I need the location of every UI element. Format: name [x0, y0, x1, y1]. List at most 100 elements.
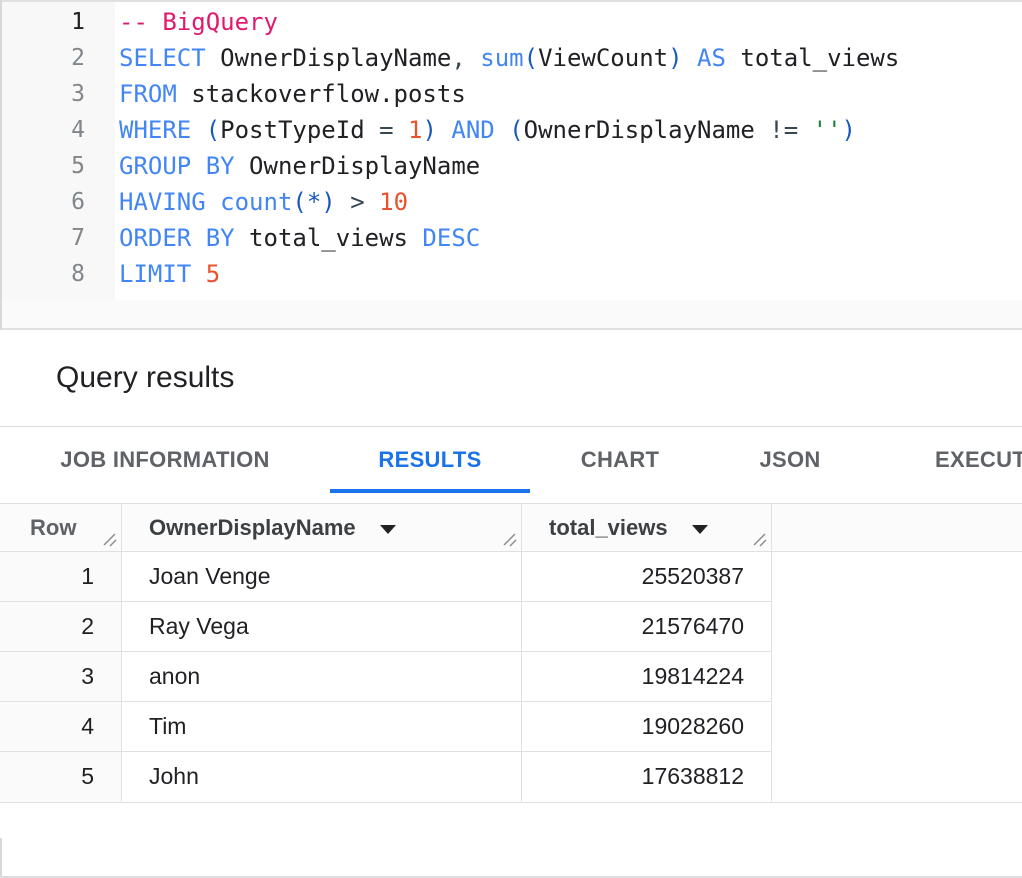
- code-token-fn: sum: [480, 44, 523, 72]
- code-token-id: total_views: [726, 44, 899, 72]
- cell-total-views: 17638812: [522, 752, 772, 802]
- column-dropdown-icon[interactable]: [380, 525, 396, 534]
- code-token-kw: AS: [697, 44, 726, 72]
- tab-executi[interactable]: EXECUTI: [870, 427, 1022, 493]
- tab-label: CHART: [581, 447, 660, 473]
- tab-json[interactable]: JSON: [710, 427, 870, 493]
- code-line: GROUP BY OwnerDisplayName: [119, 148, 1022, 184]
- query-results-header: Query results: [0, 330, 1022, 427]
- code-token-kw: LIMIT: [119, 260, 191, 288]
- cell-row-number: 4: [0, 702, 122, 752]
- table-row: 3anon19814224: [0, 652, 1022, 702]
- column-resize-handle[interactable]: [752, 532, 768, 548]
- code-token-paren: ): [668, 44, 682, 72]
- code-token-kw: GROUP BY: [119, 152, 235, 180]
- line-number: 4: [0, 112, 85, 148]
- table-row: 1Joan Venge25520387: [0, 552, 1022, 602]
- code-token-id: [495, 116, 509, 144]
- tab-chart[interactable]: CHART: [530, 427, 710, 493]
- line-number: 2: [0, 40, 85, 76]
- code-token-kw: DESC: [408, 224, 480, 252]
- editor-footer-band: [0, 300, 1022, 330]
- tab-label: RESULTS: [378, 447, 481, 473]
- cell-total-views: 19814224: [522, 652, 772, 702]
- cell-row-number: 2: [0, 602, 122, 652]
- column-header-row: Row: [0, 504, 122, 551]
- cell-total-views: 21576470: [522, 602, 772, 652]
- code-line: HAVING count(*) > 10: [119, 184, 1022, 220]
- code-token-op: ,: [451, 44, 465, 72]
- query-results-title: Query results: [0, 361, 234, 395]
- column-header-label: total_views: [549, 515, 668, 541]
- code-token-paren: ): [422, 116, 436, 144]
- code-token-id: total_views: [235, 224, 408, 252]
- code-line: FROM stackoverflow.posts: [119, 76, 1022, 112]
- cell-filler: [772, 602, 1022, 652]
- code-token-id: ViewCount: [538, 44, 668, 72]
- results-tab-bar: JOB INFORMATION RESULTS CHART JSON EXECUTI: [0, 427, 1022, 493]
- code-token-op: =: [365, 116, 408, 144]
- code-token-id: PostTypeId: [220, 116, 365, 144]
- code-token-op: !=: [755, 116, 813, 144]
- column-resize-handle[interactable]: [102, 532, 118, 548]
- code-token-paren: (: [524, 44, 538, 72]
- code-token-id: stackoverflow.posts: [177, 80, 466, 108]
- tab-job-information[interactable]: JOB INFORMATION: [0, 427, 330, 493]
- code-token-kw: AND: [451, 116, 494, 144]
- code-token-paren: (: [509, 116, 523, 144]
- left-edge-divider-bottom: [0, 838, 2, 878]
- line-number: 7: [0, 220, 85, 256]
- code-token-paren: (*): [292, 188, 335, 216]
- cell-total-views: 25520387: [522, 552, 772, 602]
- tab-results[interactable]: RESULTS: [330, 427, 530, 493]
- table-header-row: Row OwnerDisplayName total_views: [0, 504, 1022, 552]
- cell-filler: [772, 652, 1022, 702]
- code-token-str: '': [813, 116, 842, 144]
- code-token-kw: FROM: [119, 80, 177, 108]
- code-line: -- BigQuery: [119, 4, 1022, 40]
- cell-owner-display-name: Ray Vega: [122, 602, 522, 652]
- column-header-ownerdisplayname[interactable]: OwnerDisplayName: [122, 504, 522, 551]
- cell-owner-display-name: Tim: [122, 702, 522, 752]
- table-row: 5John17638812: [0, 752, 1022, 802]
- code-line: WHERE (PostTypeId = 1) AND (OwnerDisplay…: [119, 112, 1022, 148]
- results-footer-spacer: [0, 803, 1022, 876]
- line-number: 5: [0, 148, 85, 184]
- tab-label: EXECUTI: [935, 447, 1022, 473]
- code-token-kw: WHERE: [119, 116, 191, 144]
- column-resize-handle[interactable]: [502, 532, 518, 548]
- column-dropdown-icon[interactable]: [692, 525, 708, 534]
- editor-gutter: 12345678: [0, 2, 115, 300]
- code-token-num: 1: [408, 116, 422, 144]
- code-token-kw: SELECT: [119, 44, 206, 72]
- bigquery-query-window: 12345678 -- BigQuery SELECT OwnerDisplayN…: [0, 0, 1022, 878]
- code-token-num: 5: [206, 260, 220, 288]
- column-header-total-views[interactable]: total_views: [522, 504, 772, 551]
- code-token-paren: (: [206, 116, 220, 144]
- line-number: 1: [0, 4, 85, 40]
- left-edge-divider: [0, 0, 2, 330]
- sql-editor[interactable]: 12345678 -- BigQuery SELECT OwnerDisplayN…: [0, 2, 1022, 300]
- table-row: 2Ray Vega21576470: [0, 602, 1022, 652]
- cell-row-number: 3: [0, 652, 122, 702]
- column-header-label: OwnerDisplayName: [149, 515, 356, 541]
- code-token-id: OwnerDisplayName: [206, 44, 452, 72]
- column-header-filler: [772, 504, 1022, 551]
- code-line: LIMIT 5: [119, 256, 1022, 292]
- cell-row-number: 1: [0, 552, 122, 602]
- cell-owner-display-name: John: [122, 752, 522, 802]
- code-token-id: [191, 116, 205, 144]
- cell-total-views: 19028260: [522, 702, 772, 752]
- editor-code[interactable]: -- BigQuerySELECT OwnerDisplayName, sum(…: [115, 2, 1022, 300]
- line-number: 8: [0, 256, 85, 292]
- tab-label: JOB INFORMATION: [60, 447, 269, 473]
- code-token-comment: -- BigQuery: [119, 8, 278, 36]
- cell-filler: [772, 702, 1022, 752]
- code-token-id: [206, 188, 220, 216]
- code-token-id: [191, 260, 205, 288]
- tab-label: JSON: [759, 447, 820, 473]
- code-token-num: 10: [379, 188, 408, 216]
- cell-row-number: 5: [0, 752, 122, 802]
- code-token-id: OwnerDisplayName: [235, 152, 481, 180]
- code-token-id: [466, 44, 480, 72]
